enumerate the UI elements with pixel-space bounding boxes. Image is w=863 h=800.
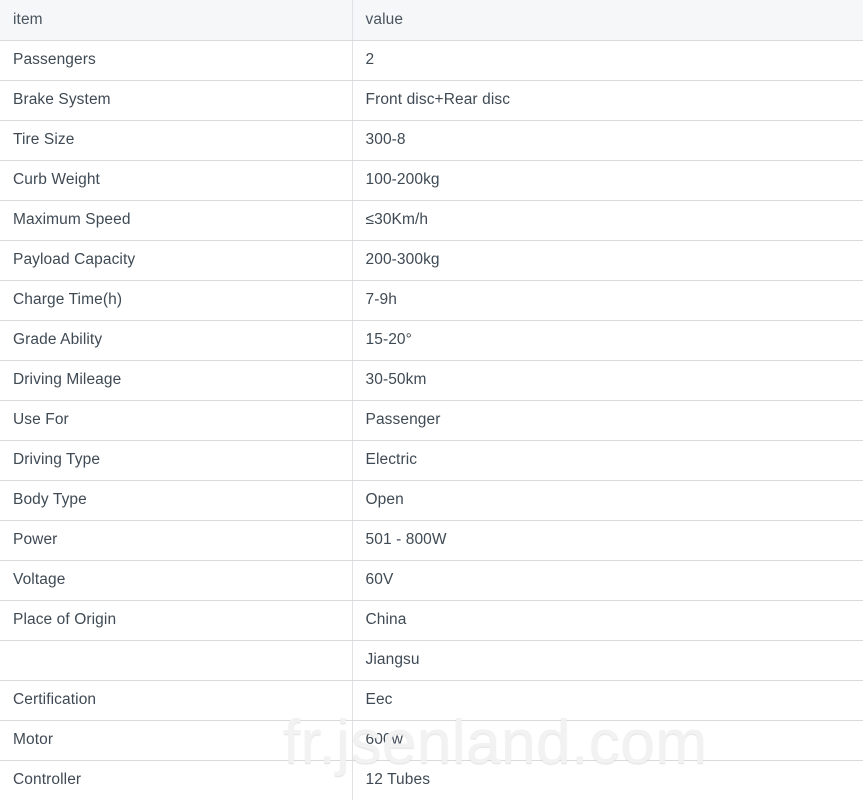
table-row: Voltage 60V (0, 560, 863, 601)
table-row: Driving Type Electric (0, 440, 863, 481)
cell-item: Use For (0, 400, 353, 441)
cell-item: Body Type (0, 480, 353, 521)
table-row: Charge Time(h) 7-9h (0, 280, 863, 321)
cell-item: Motor (0, 720, 353, 761)
table-row: Curb Weight 100-200kg (0, 160, 863, 201)
cell-item: Passengers (0, 40, 353, 81)
cell-item: Brake System (0, 80, 353, 121)
cell-value: 200-300kg (352, 240, 863, 281)
cell-value: 60V (352, 560, 863, 601)
table-row: Maximum Speed ≤30Km/h (0, 200, 863, 241)
specification-table-panel: item value Passengers 2 Brake System Front … (0, 0, 863, 800)
cell-item: Driving Mileage (0, 360, 353, 401)
cell-value: 2 (352, 40, 863, 81)
cell-value: 501 - 800W (352, 520, 863, 561)
table-row: Place of Origin China (0, 600, 863, 641)
cell-value: 300-8 (352, 120, 863, 161)
cell-value: Front disc+Rear disc (352, 80, 863, 121)
table-row: Driving Mileage 30-50km (0, 360, 863, 401)
table-header-row: item value (0, 0, 863, 41)
table-header: item value (0, 0, 863, 41)
column-header-value: value (352, 0, 863, 41)
cell-value: Passenger (352, 400, 863, 441)
cell-item: Voltage (0, 560, 353, 601)
cell-item: Charge Time(h) (0, 280, 353, 321)
cell-item: Certification (0, 680, 353, 721)
cell-item: Grade Ability (0, 320, 353, 361)
cell-value: 15-20° (352, 320, 863, 361)
table-row: Jiangsu (0, 640, 863, 681)
cell-value: Eec (352, 680, 863, 721)
cell-item: Controller (0, 760, 353, 800)
cell-item: Curb Weight (0, 160, 353, 201)
table-row: Passengers 2 (0, 40, 863, 81)
cell-item: Maximum Speed (0, 200, 353, 241)
table-row: Use For Passenger (0, 400, 863, 441)
cell-value: 100-200kg (352, 160, 863, 201)
cell-item: Payload Capacity (0, 240, 353, 281)
cell-value: 30-50km (352, 360, 863, 401)
table-row: Power 501 - 800W (0, 520, 863, 561)
cell-value: China (352, 600, 863, 641)
table-body: Passengers 2 Brake System Front disc+Rear d… (0, 40, 863, 800)
table-row: Body Type Open (0, 480, 863, 521)
table-row: Controller 12 Tubes (0, 760, 863, 800)
cell-value: Electric (352, 440, 863, 481)
cell-value: Jiangsu (352, 640, 863, 681)
cell-value: 12 Tubes (352, 760, 863, 800)
table-row: Payload Capacity 200-300kg (0, 240, 863, 281)
table-row: Brake System Front disc+Rear disc (0, 80, 863, 121)
table-row: Certification Eec (0, 680, 863, 721)
cell-item (0, 640, 353, 681)
cell-item: Power (0, 520, 353, 561)
cell-item: Tire Size (0, 120, 353, 161)
table-row: Grade Ability 15-20° (0, 320, 863, 361)
table-row: Tire Size 300-8 (0, 120, 863, 161)
table-row: Motor 600w (0, 720, 863, 761)
cell-item: Driving Type (0, 440, 353, 481)
cell-value: 7-9h (352, 280, 863, 321)
column-header-item: item (0, 0, 353, 41)
specification-table: item value Passengers 2 Brake System Front … (0, 0, 863, 800)
cell-value: Open (352, 480, 863, 521)
cell-value: 600w (352, 720, 863, 761)
cell-item: Place of Origin (0, 600, 353, 641)
cell-value: ≤30Km/h (352, 200, 863, 241)
